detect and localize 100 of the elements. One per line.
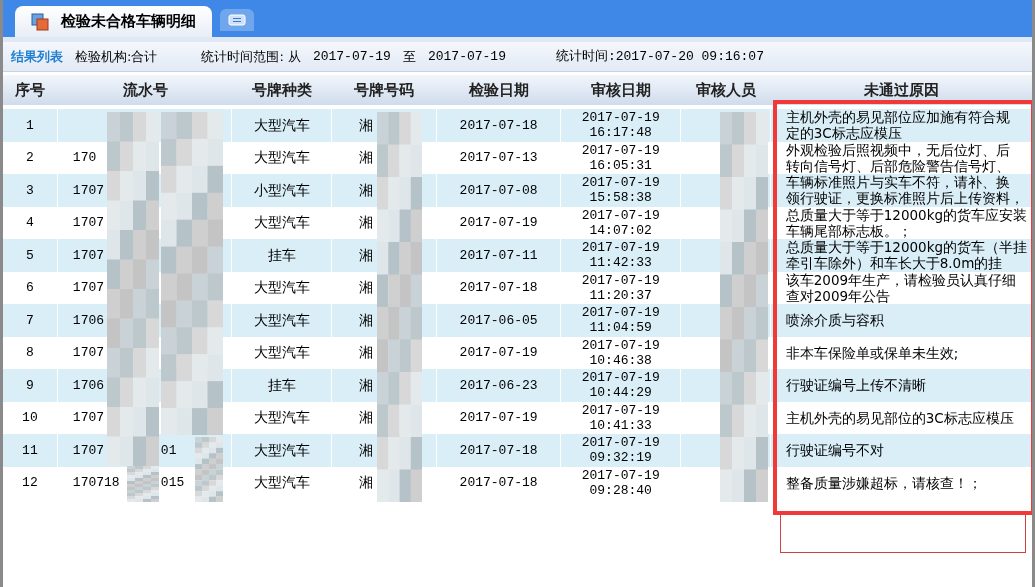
table-cell-text: 大型汽车 <box>253 473 310 493</box>
column-header[interactable]: 号牌号码 <box>354 78 415 102</box>
table-cell-text: 湘 <box>359 440 373 460</box>
table-cell-text: 行驶证编号不对 <box>785 442 885 459</box>
table-cell: 16:05:31 <box>589 157 652 173</box>
table-cell-text: 4 <box>26 214 34 232</box>
table-cell-text: 湘 <box>359 408 373 428</box>
table-cell-text: 车辆尾部标志板。； <box>785 222 912 239</box>
table-cell: 11:04:59 <box>589 320 652 336</box>
table-cell-text: 总质量大于等于12000kg的货车应安装 <box>785 206 1029 223</box>
tab[interactable] <box>220 9 254 31</box>
table-cell-text: 10 <box>22 409 38 427</box>
table-cell-text: 主机外壳的易见部位应加施有符合规 <box>785 109 1011 126</box>
table-cell-text: 1707 <box>72 409 105 427</box>
table-cell-text: 湘 <box>359 148 373 168</box>
table-cell-text: 2017-07-18 <box>459 116 538 135</box>
table-cell-text: 1707 <box>72 214 105 232</box>
table-cell: 09:32:19 <box>589 450 652 466</box>
table-cell: 14:07:02 <box>589 222 652 238</box>
column-header[interactable]: 检验日期 <box>469 78 530 102</box>
table-cell-text: 2017-07-19 <box>459 214 538 232</box>
table-cell: 10:41:33 <box>589 417 652 433</box>
range-to: 2017-07-19 <box>427 47 506 66</box>
list-icon <box>228 14 246 26</box>
table-cell-text: 挂车 <box>267 245 296 265</box>
table-cell-text: 2017-06-05 <box>459 311 538 330</box>
column-header[interactable]: 未通过原因 <box>863 78 939 102</box>
table-cell-text: 湘 <box>359 115 373 135</box>
column-header[interactable]: 审核日期 <box>591 78 652 102</box>
table-cell-text: 大型汽车 <box>253 408 310 428</box>
table-cell-text: 定的3C标志应模压 <box>785 125 903 142</box>
table-cell-text: 170 <box>72 149 97 167</box>
table-cell-text: 1707 <box>72 344 105 362</box>
table-cell-text: 主机外壳的易见部位的3C标志应模压 <box>785 409 1015 426</box>
table-cell: 2017-07-19 <box>581 240 660 256</box>
table-cell: 10:46:38 <box>589 352 652 368</box>
stat-time: 统计时间:2017-07-20 09:16:07 <box>555 47 764 66</box>
table-cell-text: 大型汽车 <box>253 440 310 460</box>
table-cell-text: 2017-07-11 <box>459 246 538 265</box>
column-header[interactable]: 号牌种类 <box>252 78 313 102</box>
table-cell-text: 1706 <box>72 376 105 395</box>
table-cell: 2017-07-19 <box>581 370 660 386</box>
table-cell-text: 1706 <box>72 311 105 330</box>
range-from: 2017-07-19 <box>312 47 391 66</box>
table-cell-text: 2 <box>26 149 34 167</box>
table-cell: 2017-07-19 <box>581 402 660 418</box>
table-cell: 2017-07-19 <box>581 467 660 483</box>
table-cell-text: 015 <box>160 474 185 492</box>
table-cell-text: 1707 <box>72 279 105 297</box>
table-cell-text: 1707 <box>72 246 105 265</box>
table-cell-text: 大型汽车 <box>253 343 310 363</box>
table-cell-text: 8 <box>26 344 34 362</box>
column-header[interactable]: 审核人员 <box>695 78 756 102</box>
table-cell-text: 大型汽车 <box>253 278 310 298</box>
table-cell-text: 12 <box>22 474 38 492</box>
table-cell-text: 湘 <box>359 180 373 200</box>
table-cell-text: 湘 <box>359 343 373 363</box>
table-cell: 2017-07-19 <box>581 272 660 288</box>
table-cell-text: 1707 <box>72 441 105 460</box>
table-cell-text: 领行驶证，更换标准照片后上传资料， <box>785 190 1025 207</box>
column-header[interactable]: 流水号 <box>122 78 168 102</box>
table-cell-text: 170718 <box>72 474 120 492</box>
table-cell-text: 大型汽车 <box>253 213 310 233</box>
table-cell: 2017-07-19 <box>581 207 660 223</box>
table-cell-text: 5 <box>26 246 34 265</box>
table-cell-text: 2017-07-18 <box>459 474 538 492</box>
table-cell-text: 湘 <box>359 473 373 493</box>
table-cell-text: 1707 <box>72 181 105 200</box>
table-cell-text: 9 <box>26 376 34 395</box>
table-cell-text: 2017-07-19 <box>459 409 538 427</box>
table-cell: 2017-07-19 <box>581 435 660 451</box>
table-cell-text: 湘 <box>359 278 373 298</box>
table-cell-text: 湘 <box>359 375 373 395</box>
table-cell: 11:42:33 <box>589 255 652 271</box>
table-cell-text: 非本车保险单或保单未生效; <box>785 344 960 361</box>
table-cell: 16:17:48 <box>589 125 652 141</box>
column-header[interactable]: 序号 <box>15 78 46 102</box>
table-cell-text: 01 <box>160 441 177 460</box>
table-cell-text: 湘 <box>359 213 373 233</box>
table-cell-text: 整备质量涉嫌超标，请核查！； <box>785 474 983 491</box>
report-icon <box>31 12 49 31</box>
table-cell-text: 车辆标准照片与实车不符，请补、换 <box>785 174 1011 191</box>
table-cell-text: 2017-06-23 <box>459 376 538 395</box>
table-cell-text: 湘 <box>359 245 373 265</box>
table-cell-text: 2017-07-18 <box>459 279 538 297</box>
table-cell-text: 小型汽车 <box>253 180 310 200</box>
table-cell-text: 该车2009年生产，请检验员认真仔细 <box>785 271 1018 288</box>
table-cell-text: 转向信号灯、后部危险警告信号灯、 <box>785 157 1011 174</box>
table-cell: 2017-07-19 <box>581 175 660 191</box>
tab[interactable]: 检验未合格车辆明细 <box>15 6 212 37</box>
table-cell: 09:28:40 <box>589 482 652 498</box>
table-cell-text: 湘 <box>359 310 373 330</box>
table-cell-text: 2017-07-08 <box>459 181 538 200</box>
table-cell-text: 2017-07-13 <box>459 149 538 167</box>
table-cell: 2017-07-19 <box>581 110 660 126</box>
table-cell-text: 总质量大于等于12000kg的货车（半挂 <box>785 239 1029 256</box>
table-cell-text: 大型汽车 <box>253 115 310 135</box>
table-cell-text: 6 <box>26 279 34 297</box>
table-cell-text: 挂车 <box>267 375 296 395</box>
table-cell-text: 7 <box>26 311 34 330</box>
